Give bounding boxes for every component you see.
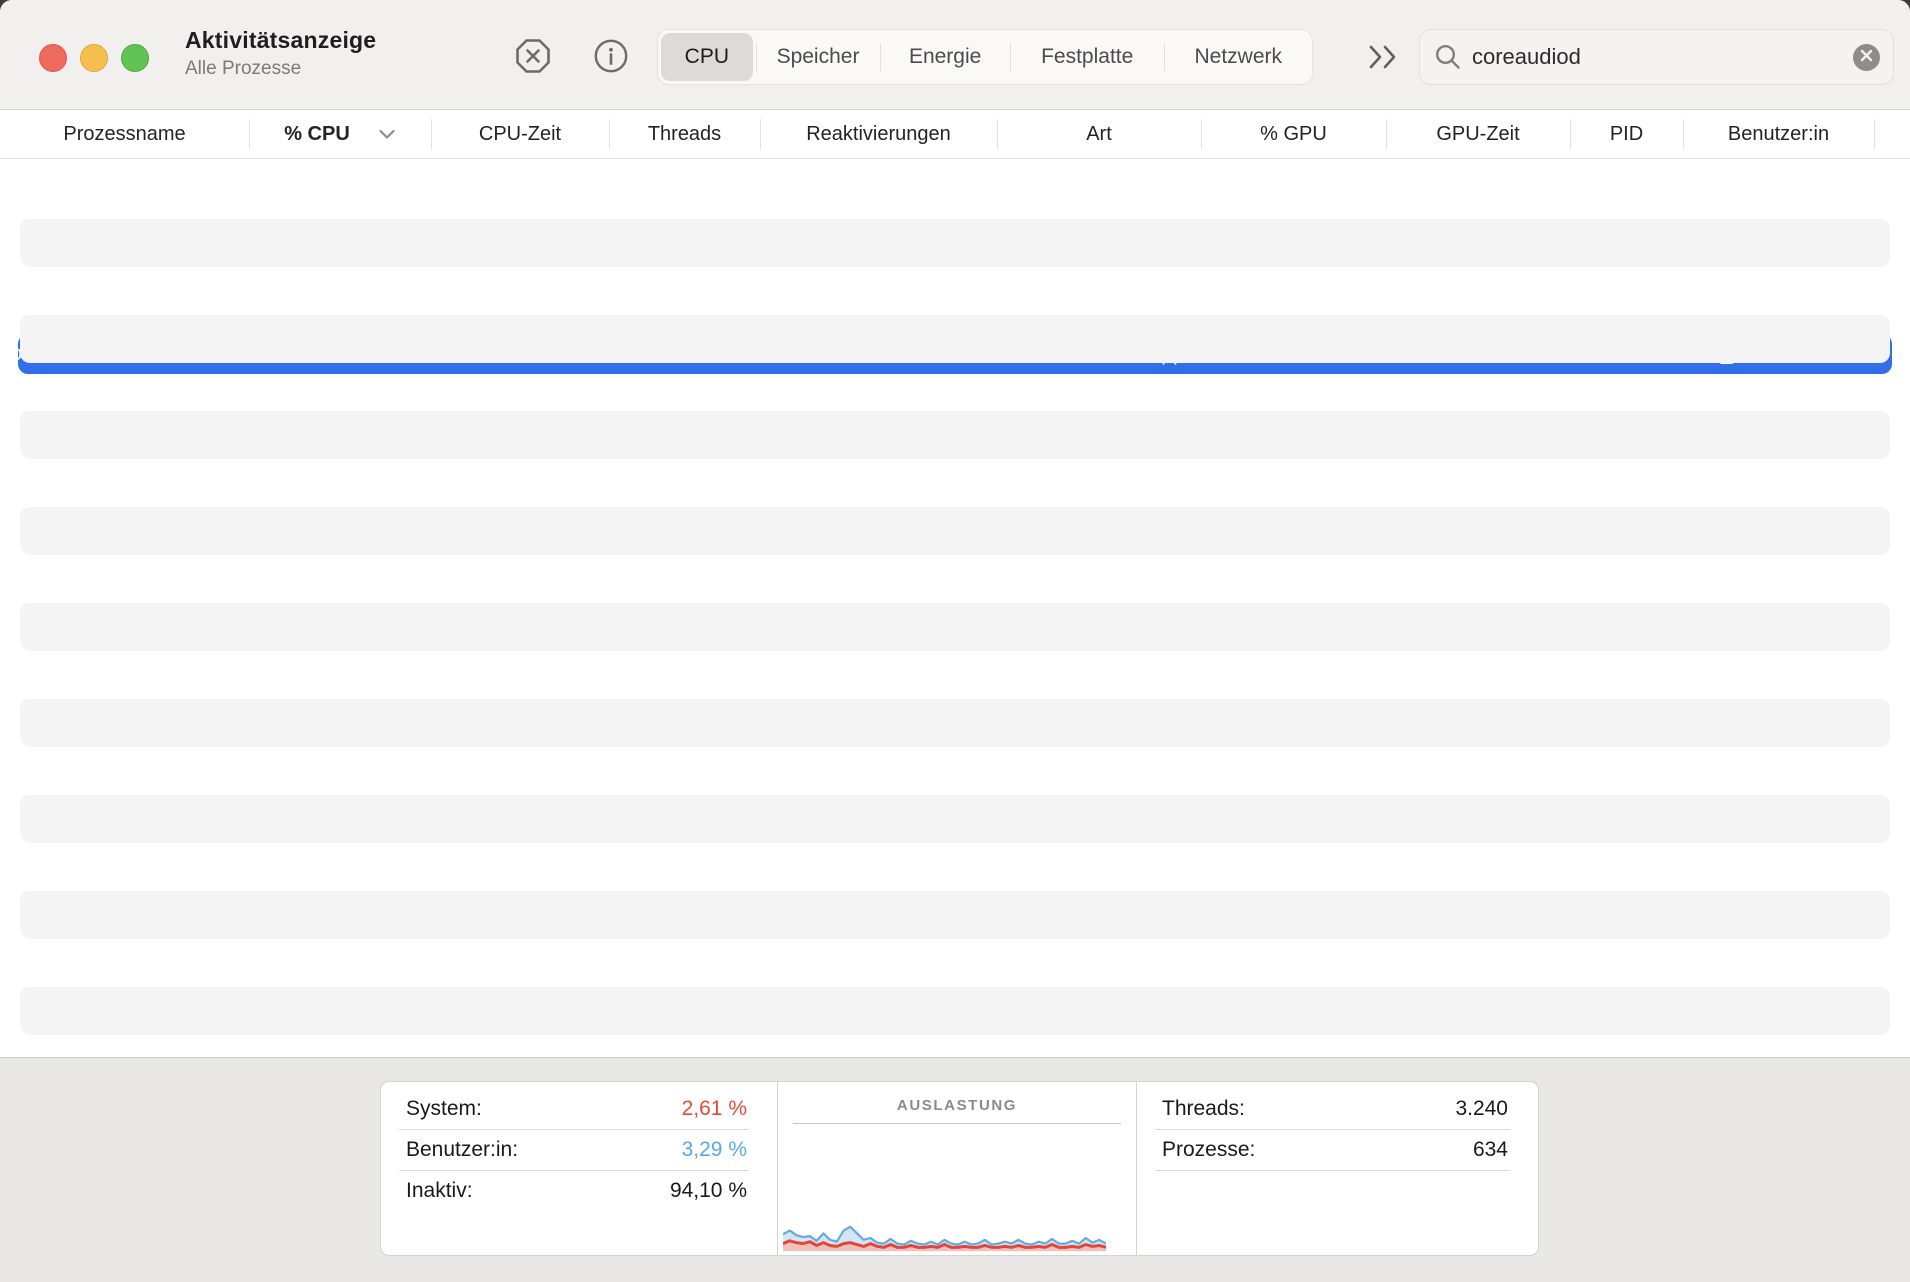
empty-table-row xyxy=(20,747,1890,795)
stat-label: System: xyxy=(406,1097,482,1121)
column-header-art[interactable]: Art xyxy=(997,110,1201,158)
empty-table-row xyxy=(20,219,1890,267)
empty-table-row xyxy=(20,699,1890,747)
column-header-cpu[interactable]: % CPU xyxy=(249,110,431,158)
quit-process-button[interactable] xyxy=(516,39,550,73)
column-header-label: Prozessname xyxy=(63,123,185,146)
column-header-reaktivierungen[interactable]: Reaktivierungen xyxy=(760,110,997,158)
tab-label: CPU xyxy=(685,45,729,69)
traffic-lights xyxy=(39,44,149,72)
tab-cpu[interactable]: CPU xyxy=(658,30,756,84)
empty-table-row xyxy=(20,363,1890,411)
toolbar-overflow-button[interactable] xyxy=(1364,38,1404,76)
empty-table-row xyxy=(20,507,1890,555)
column-header-stub xyxy=(1874,110,1910,158)
stat-row-benutzer-in: Benutzer:in: 3,29 % xyxy=(381,1130,777,1170)
window-title: Aktivitätsanzeige xyxy=(185,27,376,54)
stat-row-inaktiv: Inaktiv: 94,10 % xyxy=(381,1171,777,1211)
tab-label: Festplatte xyxy=(1041,45,1133,69)
empty-table-row xyxy=(20,891,1890,939)
view-tabs: CPU Speicher Energie Festplatte Netzwerk xyxy=(657,29,1313,85)
tab-festplatte[interactable]: Festplatte xyxy=(1010,30,1165,84)
empty-table-row xyxy=(20,939,1890,987)
inspect-process-button[interactable] xyxy=(594,39,628,73)
minimize-window-button[interactable] xyxy=(80,44,108,72)
tab-netzwerk[interactable]: Netzwerk xyxy=(1164,30,1312,84)
table-header: Prozessname % CPU CPU-Zeit Threads Reaktivie… xyxy=(0,110,1910,159)
empty-table-row xyxy=(20,267,1890,315)
column-header-gpu-zeit[interactable]: GPU-Zeit xyxy=(1386,110,1570,158)
stat-label: Benutzer:in: xyxy=(406,1138,518,1162)
cpu-usage-graph xyxy=(783,1196,1106,1252)
column-header-label: Art xyxy=(1086,123,1112,146)
footer-stats: System: 2,61 % Benutzer:in: 3,29 % Inaktiv: 9… xyxy=(0,1057,1910,1282)
empty-table-row xyxy=(20,651,1890,699)
info-icon xyxy=(594,61,628,76)
screen: Aktivitätsanzeige Alle Prozesse xyxy=(0,0,1910,1282)
tab-label: Energie xyxy=(909,45,981,69)
empty-table-row xyxy=(20,603,1890,651)
usage-divider xyxy=(793,1123,1121,1124)
stat-value: 3,29 % xyxy=(682,1138,747,1162)
search-icon xyxy=(1434,43,1462,71)
title-block: Aktivitätsanzeige Alle Prozesse xyxy=(185,27,376,80)
octagon-x-icon xyxy=(516,61,550,76)
close-window-button[interactable] xyxy=(39,44,67,72)
cpu-usage-section: AUSLASTUNG xyxy=(777,1082,1136,1255)
search-input[interactable] xyxy=(1472,44,1853,70)
empty-table-row xyxy=(20,987,1890,1035)
empty-table-row xyxy=(20,459,1890,507)
empty-table-row xyxy=(20,315,1890,363)
tab-label: Speicher xyxy=(777,45,860,69)
column-header-benutzer-in[interactable]: Benutzer:in xyxy=(1683,110,1874,158)
toolbar: Aktivitätsanzeige Alle Prozesse xyxy=(0,0,1910,110)
stat-row-prozesse: Prozesse: 634 xyxy=(1137,1130,1538,1170)
tab-speicher[interactable]: Speicher xyxy=(756,30,881,84)
clear-search-button[interactable] xyxy=(1853,44,1880,71)
column-header-label: Threads xyxy=(648,123,721,146)
window-subtitle: Alle Prozesse xyxy=(185,58,376,80)
stat-label: Prozesse: xyxy=(1162,1138,1255,1162)
tab-energie[interactable]: Energie xyxy=(880,30,1010,84)
column-header-pid[interactable]: PID xyxy=(1570,110,1683,158)
x-icon xyxy=(1859,48,1874,66)
search-field[interactable] xyxy=(1419,29,1894,85)
empty-table-row xyxy=(20,795,1890,843)
stat-value: 94,10 % xyxy=(670,1179,747,1203)
cpu-load-stats: System: 2,61 % Benutzer:in: 3,29 % Inaktiv: 9… xyxy=(381,1082,777,1255)
double-chevron-right-icon xyxy=(1366,64,1402,79)
stat-value: 3.240 xyxy=(1455,1097,1508,1121)
stat-row-threads: Threads: 3.240 xyxy=(1137,1089,1538,1129)
tab-label: Netzwerk xyxy=(1194,45,1282,69)
column-header-cpu-zeit[interactable]: CPU-Zeit xyxy=(431,110,609,158)
column-header-label: PID xyxy=(1610,123,1643,146)
column-header-label: Reaktivierungen xyxy=(806,123,951,146)
sort-descending-chevron-icon xyxy=(378,129,396,140)
empty-table-row xyxy=(20,411,1890,459)
column-header-label: CPU-Zeit xyxy=(479,123,561,146)
stat-value: 2,61 % xyxy=(682,1097,747,1121)
column-header-label: % GPU xyxy=(1260,123,1327,146)
empty-table-row xyxy=(20,1035,1890,1057)
stats-panel: System: 2,61 % Benutzer:in: 3,29 % Inaktiv: 9… xyxy=(380,1081,1539,1256)
stat-row-system: System: 2,61 % xyxy=(381,1089,777,1129)
column-header-threads[interactable]: Threads xyxy=(609,110,760,158)
zoom-window-button[interactable] xyxy=(121,44,149,72)
column-header-prozessname[interactable]: Prozessname xyxy=(0,110,249,158)
activity-monitor-window: Aktivitätsanzeige Alle Prozesse xyxy=(0,0,1910,1282)
column-header-label: GPU-Zeit xyxy=(1436,123,1519,146)
process-table: coreaudiod0,25,01131Apple0,00,005463_cor… xyxy=(0,159,1910,1057)
empty-table-row xyxy=(20,555,1890,603)
stat-divider xyxy=(1155,1170,1510,1171)
column-header-gpu[interactable]: % GPU xyxy=(1201,110,1386,158)
column-header-label: % CPU xyxy=(284,123,350,146)
stat-label: Inaktiv: xyxy=(406,1179,473,1203)
process-count-stats: Threads: 3.240 Prozesse: 634 xyxy=(1136,1082,1538,1255)
stat-value: 634 xyxy=(1473,1138,1508,1162)
column-header-label: Benutzer:in xyxy=(1728,123,1829,146)
usage-title: AUSLASTUNG xyxy=(778,1097,1136,1114)
empty-table-row xyxy=(20,843,1890,891)
stat-label: Threads: xyxy=(1162,1097,1245,1121)
